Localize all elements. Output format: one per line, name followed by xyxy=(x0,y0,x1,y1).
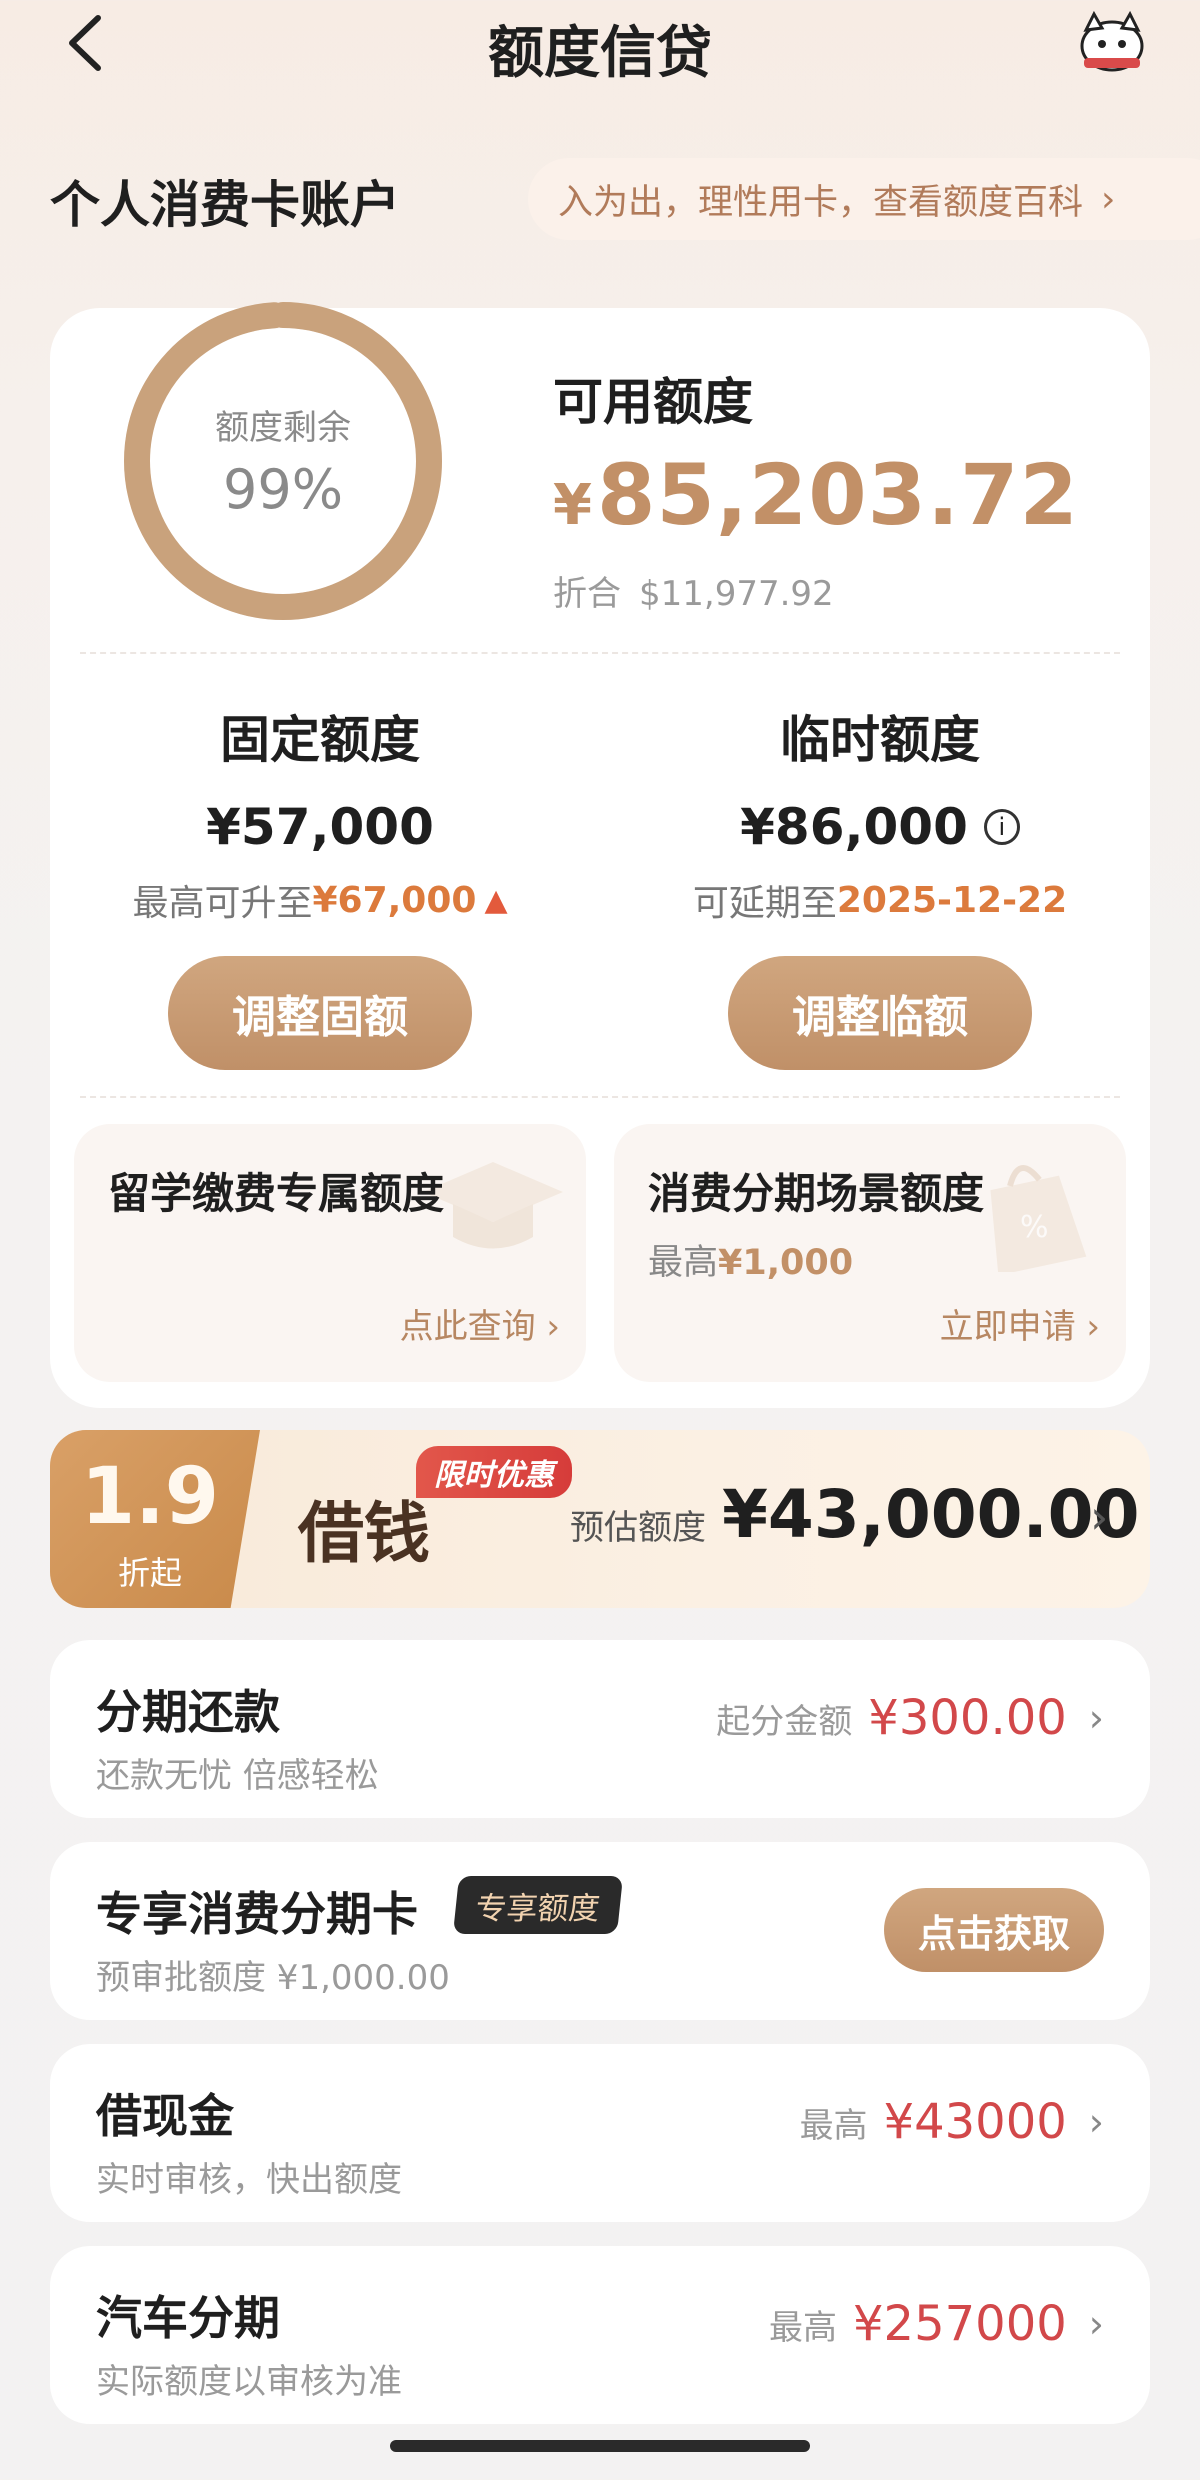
borrow-money-banner[interactable]: 1.9 折起 借钱 限时优惠 预估额度 ¥43,000.00 › xyxy=(50,1430,1150,1608)
available-amount-value: 85,203.72 xyxy=(596,446,1079,544)
study-quota-query-link[interactable]: 点此查询 › xyxy=(400,1299,560,1348)
credit-tip-link[interactable]: 入为出，理性用卡，查看额度百科 › xyxy=(528,158,1200,240)
tip-text: 入为出，理性用卡，查看额度百科 xyxy=(558,182,1084,223)
row-right-label: 起分金额 xyxy=(716,1701,853,1742)
get-now-button[interactable]: 点击获取 xyxy=(884,1888,1104,1972)
ring-label: 额度剩余 xyxy=(215,408,351,448)
installment-scene-card[interactable]: % 消费分期场景额度 最高¥1,000 立即申请 › xyxy=(614,1124,1126,1382)
fixed-quota-title: 固定额度 xyxy=(220,711,420,769)
section-title: 个人消费卡账户 xyxy=(50,176,400,234)
available-credit-title: 可用额度 xyxy=(553,373,753,431)
study-quota-title: 留学缴费专属额度 xyxy=(108,1169,445,1218)
installment-scene-sub: 最高¥1,000 xyxy=(648,1243,854,1283)
chevron-right-icon: › xyxy=(1101,178,1116,220)
row-subtitle: 实时审核，快出额度 xyxy=(96,2160,402,2200)
discount-rate: 1.9 xyxy=(80,1452,220,1542)
row-right-value: ¥300.00 xyxy=(868,1690,1067,1746)
fixed-quota-block: 固定额度 ¥57,000 最高可升至 ¥67,000 ▲ 调整固额 xyxy=(40,700,600,1070)
home-indicator xyxy=(390,2440,810,2452)
fixed-quota-sub-label: 最高可升至 xyxy=(132,883,313,924)
adjust-fixed-button[interactable]: 调整固额 xyxy=(168,956,472,1070)
installment-scene-title: 消费分期场景额度 xyxy=(648,1169,985,1218)
borrow-cash-row[interactable]: 借现金 实时审核，快出额度 最高 ¥43000 › xyxy=(50,2044,1150,2222)
row-subtitle: 预审批额度 ¥1,000.00 xyxy=(96,1958,450,1998)
car-installment-row[interactable]: 汽车分期 实际额度以审核为准 最高 ¥257000 › xyxy=(50,2246,1150,2424)
page-title: 额度信贷 xyxy=(488,21,712,86)
temporary-quota-title: 临时额度 xyxy=(780,711,980,769)
row-right-label: 最高 xyxy=(769,2307,838,2348)
row-right-value: ¥43000 xyxy=(883,2094,1067,2150)
row-title: 专享消费分期卡 xyxy=(96,1887,418,1941)
temporary-quota-expiry: 2025-12-22 xyxy=(836,879,1068,921)
divider xyxy=(80,1096,1120,1098)
row-right-value: ¥257000 xyxy=(853,2296,1067,2352)
study-quota-card[interactable]: 留学缴费专属额度 点此查询 › xyxy=(74,1124,586,1382)
installment-scene-max: ¥1,000 xyxy=(718,1243,854,1283)
estimated-amount: ¥43,000.00 xyxy=(722,1476,1140,1553)
available-credit-amount: ¥85,203.72 xyxy=(553,446,1079,544)
row-right-label: 最高 xyxy=(799,2105,868,2146)
row-title: 借现金 xyxy=(96,2089,234,2143)
row-title: 汽车分期 xyxy=(96,2291,280,2345)
exclusive-installment-card-row[interactable]: 专享消费分期卡 专享额度 预审批额度 ¥1,000.00 点击获取 xyxy=(50,1842,1150,2020)
top-bar: 额度信贷 xyxy=(0,0,1200,90)
limited-offer-tag: 限时优惠 xyxy=(416,1446,572,1498)
divider xyxy=(80,652,1120,654)
chevron-right-icon: › xyxy=(1088,1696,1104,1740)
estimated-label: 预估额度 xyxy=(570,1508,706,1548)
ring-value: 99% xyxy=(222,458,344,521)
chevron-right-icon: › xyxy=(1090,1490,1109,1544)
borrow-money-title: 借钱 xyxy=(298,1494,430,1572)
currency-symbol: ¥ xyxy=(553,473,593,538)
svg-text:%: % xyxy=(1020,1210,1049,1245)
temporary-quota-amount: ¥86,000 xyxy=(740,798,968,856)
chevron-right-icon: › xyxy=(1088,2302,1104,2346)
fixed-quota-amount: ¥57,000 xyxy=(206,798,434,856)
discount-rate-sub: 折起 xyxy=(117,1554,182,1592)
usd-equivalent: 折合 $11,977.92 xyxy=(553,566,834,615)
arrow-up-icon: ▲ xyxy=(484,882,508,918)
installment-repayment-row[interactable]: 分期还款 还款无忧 倍感轻松 起分金额 ¥300.00 › xyxy=(50,1640,1150,1818)
mascot-icon xyxy=(1080,10,1144,72)
temporary-quota-sub-label: 可延期至 xyxy=(692,883,837,924)
temporary-quota-block: 临时额度 ¥86,000 i 可延期至 2025-12-22 调整临额 xyxy=(600,700,1160,1070)
row-subtitle: 还款无忧 倍感轻松 xyxy=(96,1756,379,1796)
installment-scene-apply-link[interactable]: 立即申请 › xyxy=(940,1299,1100,1348)
fixed-quota-max: ¥67,000 xyxy=(312,879,477,921)
usd-amount: $11,977.92 xyxy=(639,574,834,614)
adjust-temporary-button[interactable]: 调整临额 xyxy=(728,956,1032,1070)
exclusive-quota-tag: 专享额度 xyxy=(452,1876,624,1934)
row-title: 分期还款 xyxy=(96,1685,280,1739)
row-subtitle: 实际额度以审核为准 xyxy=(96,2362,402,2402)
mascot-button[interactable] xyxy=(1072,8,1152,78)
info-icon[interactable]: i xyxy=(983,809,1020,845)
chevron-right-icon: › xyxy=(1088,2100,1104,2144)
usd-label: 折合 xyxy=(553,574,621,614)
